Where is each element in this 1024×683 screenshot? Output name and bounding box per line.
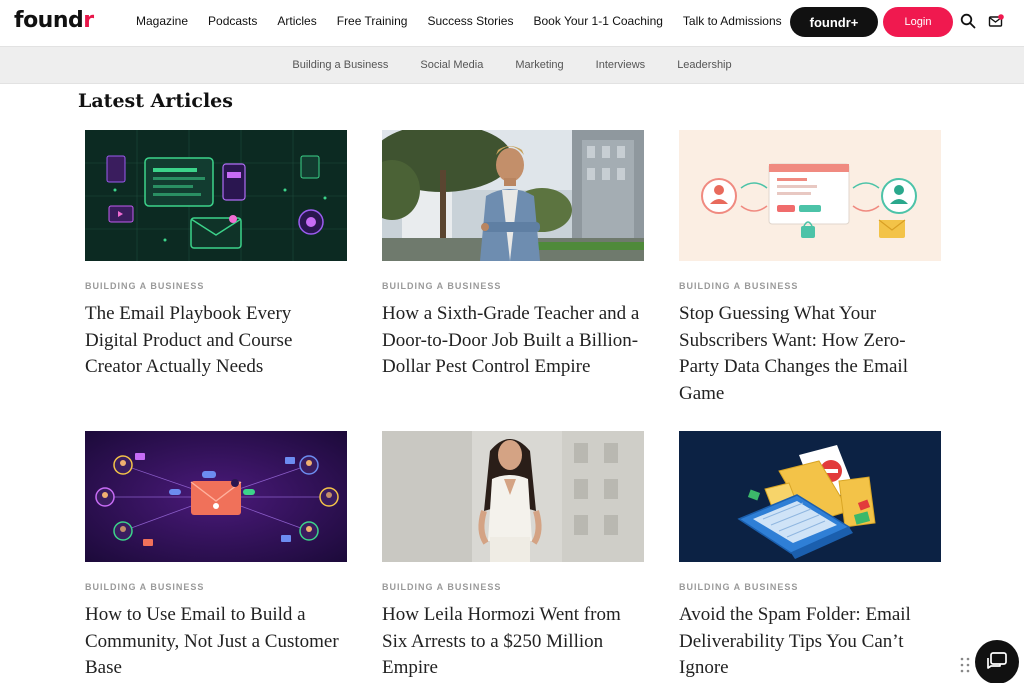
logo-accent: r	[83, 8, 94, 33]
category-marketing[interactable]: Marketing	[515, 59, 563, 71]
article-card[interactable]: Building a Business How to Use Email to …	[85, 431, 347, 682]
article-category[interactable]: Building a Business	[679, 281, 941, 291]
article-category[interactable]: Building a Business	[85, 281, 347, 291]
article-card[interactable]: Building a Business Avoid the Spam Folde…	[679, 431, 941, 682]
article-thumbnail-email-playbook[interactable]	[85, 130, 347, 261]
article-title[interactable]: Stop Guessing What Your Subscribers Want…	[679, 301, 941, 407]
chat-icon[interactable]	[975, 640, 1019, 683]
article-category[interactable]: Building a Business	[382, 582, 644, 592]
search-icon[interactable]	[959, 12, 977, 30]
article-title[interactable]: Avoid the Spam Folder: Email Deliverabil…	[679, 602, 941, 682]
article-thumbnail-pest-control[interactable]	[382, 130, 644, 261]
section-title: Latest Articles	[78, 90, 233, 112]
article-title[interactable]: The Email Playbook Every Digital Product…	[85, 301, 347, 381]
foundr-plus-button[interactable]: foundr+	[790, 7, 878, 37]
main-nav: Magazine Podcasts Articles Free Training…	[126, 0, 792, 42]
category-leadership[interactable]: Leadership	[677, 59, 731, 71]
article-thumbnail-zero-party-data[interactable]	[679, 130, 941, 261]
article-thumbnail-leila-hormozi[interactable]	[382, 431, 644, 562]
nav-item-admissions[interactable]: Talk to Admissions	[683, 14, 782, 28]
login-button[interactable]: Login	[883, 7, 953, 37]
category-interviews[interactable]: Interviews	[596, 59, 646, 71]
logo-text: found	[14, 8, 84, 33]
foundr-logo[interactable]: foundr	[14, 8, 94, 33]
article-title[interactable]: How a Sixth-Grade Teacher and a Door-to-…	[382, 301, 644, 381]
mail-notification-icon[interactable]	[987, 12, 1005, 30]
article-card[interactable]: Building a Business How Leila Hormozi We…	[382, 431, 644, 682]
nav-item-success-stories[interactable]: Success Stories	[427, 14, 513, 28]
nav-item-magazine[interactable]: Magazine	[136, 14, 188, 28]
nav-item-articles[interactable]: Articles	[277, 14, 316, 28]
article-thumbnail-email-community[interactable]	[85, 431, 347, 562]
nav-item-coaching[interactable]: Book Your 1-1 Coaching	[533, 14, 662, 28]
article-card[interactable]: Building a Business The Email Playbook E…	[85, 130, 347, 381]
article-category[interactable]: Building a Business	[85, 582, 347, 592]
nav-item-podcasts[interactable]: Podcasts	[208, 14, 257, 28]
article-title[interactable]: How Leila Hormozi Went from Six Arrests …	[382, 602, 644, 682]
nav-item-free-training[interactable]: Free Training	[337, 14, 408, 28]
category-building-a-business[interactable]: Building a Business	[292, 59, 388, 71]
article-card[interactable]: Building a Business Stop Guessing What Y…	[679, 130, 941, 407]
article-card[interactable]: Building a Business How a Sixth-Grade Te…	[382, 130, 644, 381]
top-navigation: foundr Magazine Podcasts Articles Free T…	[0, 0, 1024, 46]
article-title[interactable]: How to Use Email to Build a Community, N…	[85, 602, 347, 682]
category-social-media[interactable]: Social Media	[420, 59, 483, 71]
category-bar: Building a Business Social Media Marketi…	[0, 46, 1024, 84]
article-thumbnail-spam-folder[interactable]	[679, 431, 941, 562]
drag-handle-icon[interactable]	[960, 656, 970, 674]
article-category[interactable]: Building a Business	[679, 582, 941, 592]
article-category[interactable]: Building a Business	[382, 281, 644, 291]
